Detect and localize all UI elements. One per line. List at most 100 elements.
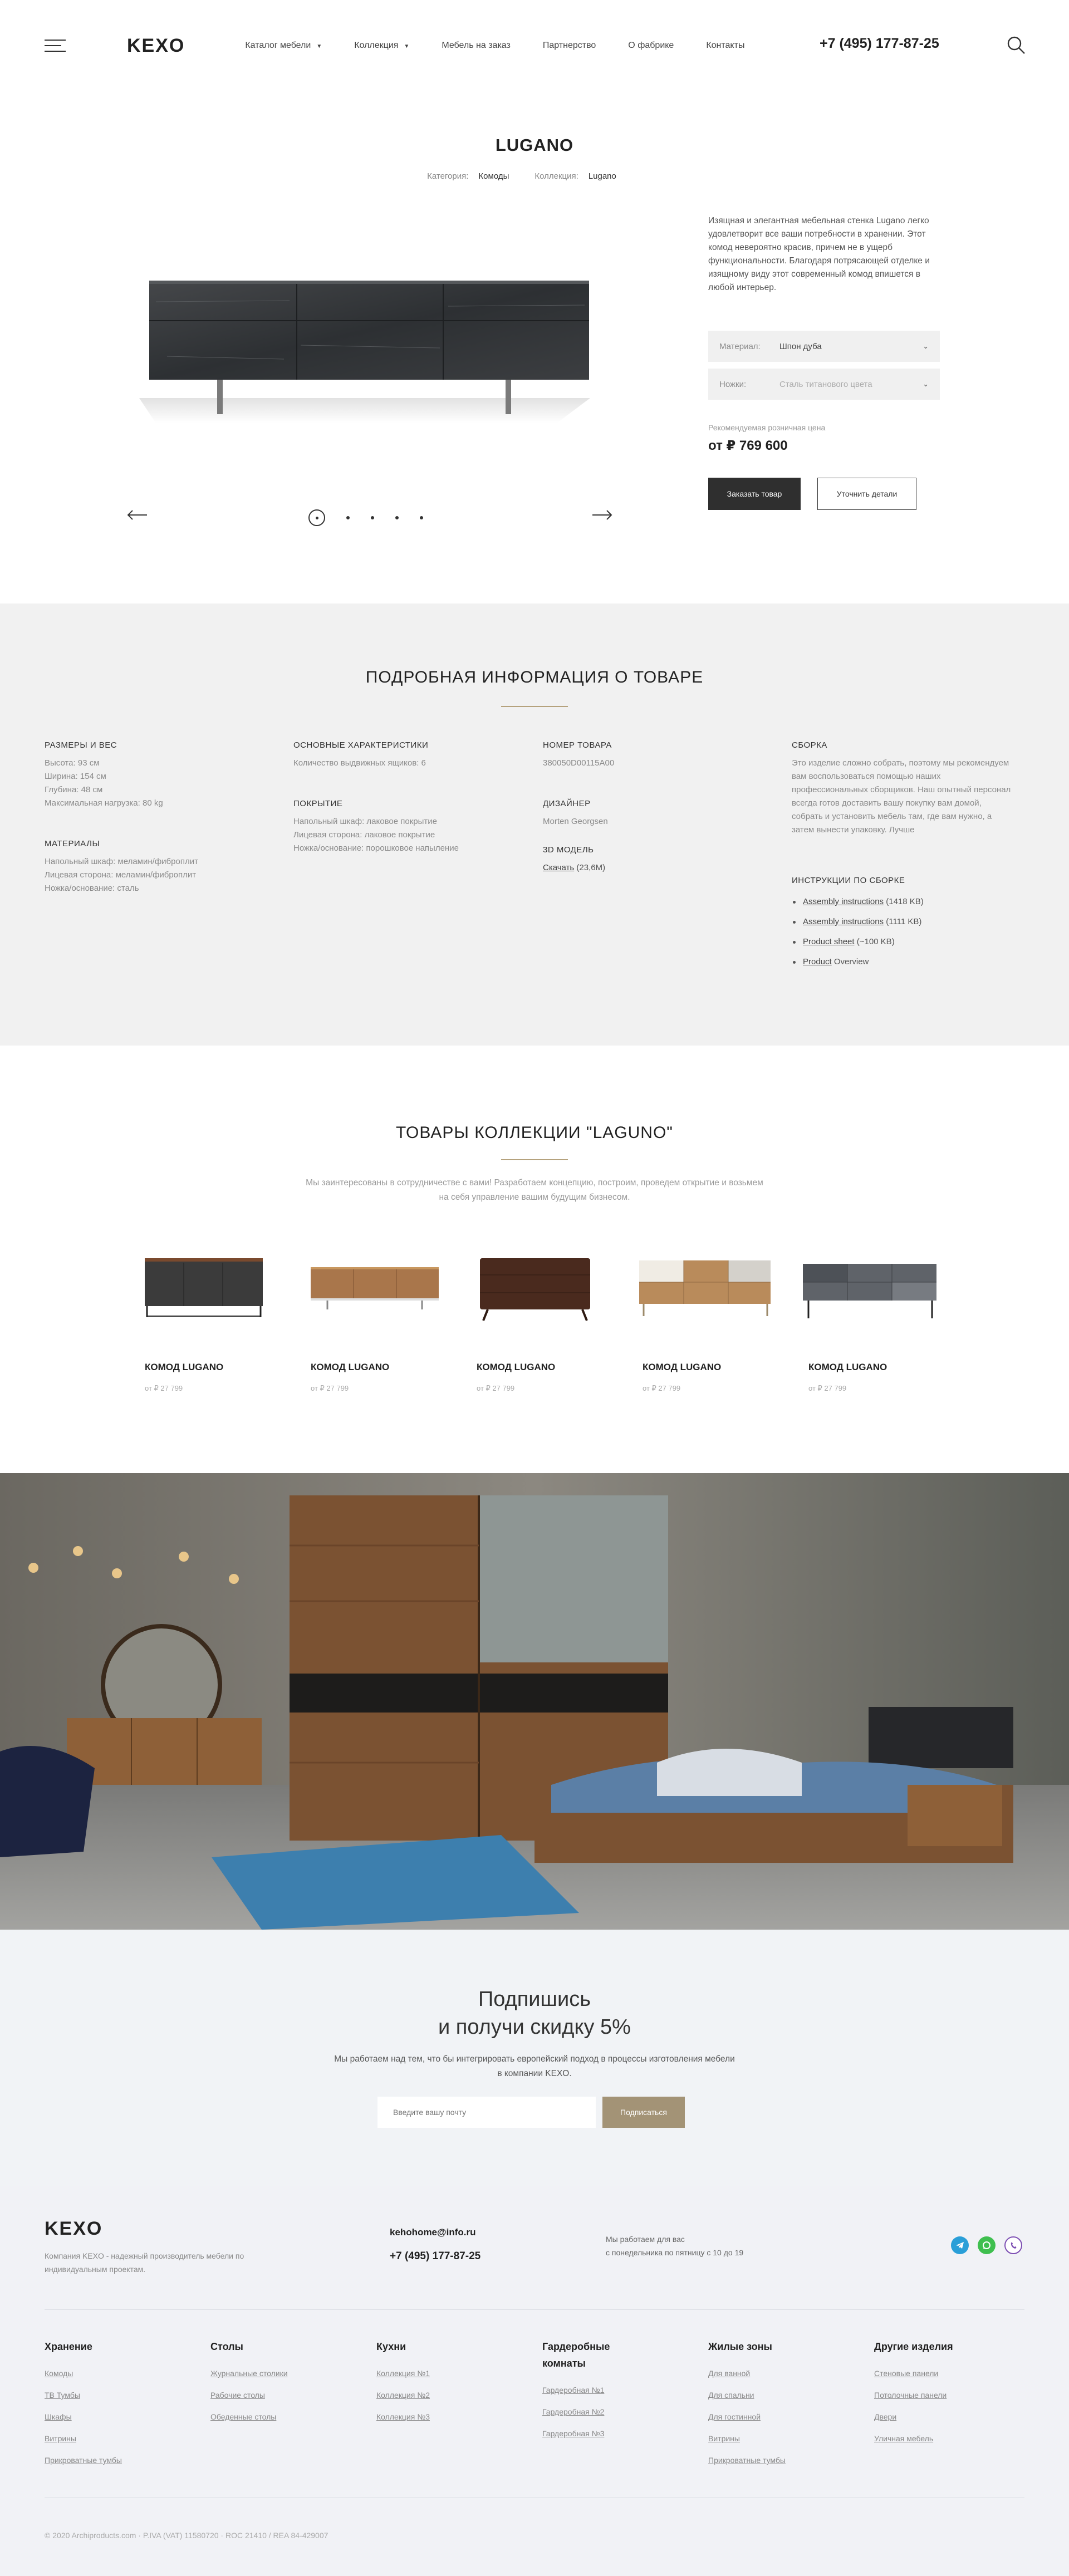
footer-link[interactable]: Коллекция №1 [376,2363,488,2384]
assembly-heading: СБОРКА [792,740,827,750]
menu-icon[interactable] [45,40,66,52]
footer-email[interactable]: kehohome@info.ru [390,2227,475,2238]
card-price: от ₽ 27 799 [643,1384,681,1392]
footer-link[interactable]: Для гостинной [708,2406,820,2428]
product-card[interactable]: КОМОД LUGANO от ₽ 27 799 [637,1246,771,1392]
category-value[interactable]: Комоды [478,171,509,181]
header-phone[interactable]: +7 (495) 177-87-25 [820,36,939,52]
instruction-link[interactable]: Assembly instructions [803,897,884,906]
product-card[interactable]: КОМОД LUGANO от ₽ 27 799 [305,1246,439,1392]
collection-value[interactable]: Lugano [589,171,616,181]
footer-link[interactable]: Коллекция №2 [376,2384,488,2406]
nav-catalog[interactable]: Каталог мебели ▼ [245,41,322,51]
footer-link[interactable]: Гардеробная №2 [542,2401,626,2423]
slider-dot[interactable] [420,516,423,519]
legs-select[interactable]: Ножки: Сталь титанового цвета ⌄ [708,369,940,400]
nav-partnership[interactable]: Партнерство [543,41,596,51]
footer-link[interactable]: Двери [874,2406,985,2428]
card-image [145,1258,263,1317]
materials-heading: МАТЕРИАЛЫ [45,839,100,848]
footer-logo[interactable]: KEXO [45,2218,102,2240]
footer-description: Компания KEXO - надежный производитель м… [45,2251,244,2274]
viber-icon[interactable] [1004,2236,1022,2254]
telegram-icon[interactable] [951,2236,969,2254]
footer-link[interactable]: Коллекция №3 [376,2406,488,2428]
details-button[interactable]: Уточнить детали [817,478,916,510]
copyright: © 2020 Archiproducts.com · P.IVA (VAT) 1… [45,2531,328,2540]
instruction-link[interactable]: Product sheet [803,937,855,946]
collection-subtitle: Мы заинтересованы в сотрудничестве с вам… [306,1178,763,1202]
footer-column-title: Гардеробные комнаты [542,2341,610,2369]
footer-column-living: Жилые зоны Для ванной Для спальни Для го… [708,2338,820,2471]
instruction-link[interactable]: Assembly instructions [803,917,884,926]
designer-value: Morten Georgsen [543,817,608,826]
instruction-item: Assembly instructions (1111 KB) [792,912,1014,932]
slider-dot-active[interactable] [308,509,325,526]
materials-line: Ножка/основание: сталь [45,884,139,893]
logo[interactable]: KEXO [127,35,185,57]
whatsapp-icon[interactable] [978,2236,996,2254]
collection-title: ТОВАРЫ КОЛЛЕКЦИИ "LAGUNO" [396,1123,673,1142]
footer-link[interactable]: Гардеробная №1 [542,2379,626,2401]
divider [501,1159,568,1160]
footer-link[interactable]: Витрины [708,2428,820,2450]
slider-dot[interactable] [395,516,399,519]
coating-line: Напольный шкаф: лаковое покрытие [293,817,437,826]
footer-link[interactable]: Витрины [45,2428,156,2450]
product-title: LUGANO [495,135,574,155]
arrow-right-icon[interactable] [591,509,612,521]
footer-link[interactable]: Шкафы [45,2406,156,2428]
footer-link[interactable]: Для спальни [708,2384,820,2406]
arrow-left-icon[interactable] [127,509,148,521]
number-column: НОМЕР ТОВАРА 380050D00115A00 ДИЗАЙНЕР Mo… [543,740,743,875]
footer-link[interactable]: Потолочные панели [874,2384,985,2406]
material-select[interactable]: Материал: Шпон дуба ⌄ [708,331,940,362]
footer-column-tables: Столы Журнальные столики Рабочие столы О… [210,2338,322,2428]
footer-link[interactable]: Прикроватные тумбы [45,2450,156,2471]
product-card[interactable]: КОМОД LUGANO от ₽ 27 799 [471,1246,605,1392]
nav-custom[interactable]: Мебель на заказ [442,41,511,51]
footer-link[interactable]: Стеновые панели [874,2363,985,2384]
order-button[interactable]: Заказать товар [708,478,801,510]
footer-column-title: Кухни [376,2341,406,2352]
slider-dot[interactable] [346,516,350,519]
footer-link[interactable]: ТВ Тумбы [45,2384,156,2406]
main-line: Количество выдвижных ящиков: 6 [293,758,426,768]
footer-link[interactable]: Журнальные столики [210,2363,322,2384]
footer-link[interactable]: Комоды [45,2363,156,2384]
nav-about[interactable]: О фабрике [628,41,674,51]
footer-phone[interactable]: +7 (495) 177-87-25 [390,2250,480,2263]
footer-link[interactable]: Рабочие столы [210,2384,322,2406]
card-name: КОМОД LUGANO [311,1362,390,1372]
nav-contacts[interactable]: Контакты [706,41,744,51]
footer-link[interactable]: Для ванной [708,2363,820,2384]
card-price: от ₽ 27 799 [477,1384,515,1392]
footer-column-title: Жилые зоны [708,2341,772,2352]
assembly-column: СБОРКА Это изделие сложно собрать, поэто… [792,740,1014,972]
footer-link[interactable]: Уличная мебель [874,2428,985,2450]
instruction-link[interactable]: Product [803,957,832,966]
size-column: РАЗМЕРЫ И ВЕС Высота: 93 см Ширина: 154 … [45,740,245,895]
search-icon[interactable] [1007,36,1026,55]
caret-down-icon: ▼ [404,43,410,50]
model-heading: 3D МОДЕЛЬ [543,845,594,855]
footer-link[interactable]: Обеденные столы [210,2406,322,2428]
subscribe-button[interactable]: Подписаться [602,2097,685,2128]
footer-link[interactable]: Прикроватные тумбы [708,2450,820,2471]
slider-dot[interactable] [371,516,374,519]
product-image [139,281,590,423]
details-title: ПОДРОБНАЯ ИНФОРМАЦИЯ О ТОВАРЕ [365,668,704,686]
instruction-item: Assembly instructions (1418 KB) [792,892,1014,912]
nav-collection[interactable]: Коллекция ▼ [354,41,409,51]
subscribe-email-input[interactable] [377,2097,596,2128]
footer-link[interactable]: Гардеробная №3 [542,2423,626,2445]
legs-value: Сталь титанового цвета [779,379,872,389]
product-card[interactable]: КОМОД LUGANO от ₽ 27 799 [803,1246,936,1392]
card-image [480,1258,590,1321]
subscribe-title: Подпишись и получи скидку 5% [438,1988,631,2039]
main-nav: Каталог мебели ▼ Коллекция ▼ Мебель на зак… [245,41,744,51]
number-heading: НОМЕР ТОВАРА [543,740,612,750]
size-line: Максимальная нагрузка: 80 kg [45,798,163,808]
product-card[interactable]: КОМОД LUGANO от ₽ 27 799 [139,1246,273,1392]
model-download-link[interactable]: Скачать [543,863,574,872]
